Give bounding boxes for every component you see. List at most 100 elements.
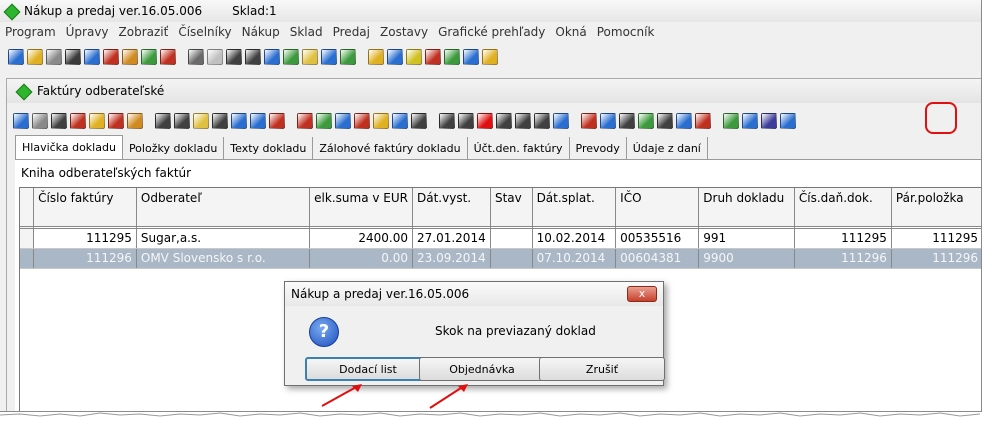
- col-header-dat-splat[interactable]: Dát.splat.: [532, 188, 617, 227]
- main-tool-icon[interactable]: [444, 49, 460, 65]
- main-tool-icon[interactable]: [406, 49, 422, 65]
- cell-dat-splat[interactable]: 07.10.2014: [532, 248, 617, 269]
- invoice-tool-icon[interactable]: [212, 113, 228, 129]
- menu-program[interactable]: Program: [0, 25, 61, 39]
- invoice-tool-icon[interactable]: [89, 113, 105, 129]
- invoice-tool-icon[interactable]: [250, 113, 266, 129]
- cell-odberatel[interactable]: Sugar,a.s.: [136, 228, 311, 249]
- invoice-tool-icon[interactable]: [695, 113, 711, 129]
- invoice-tool-icon[interactable]: [411, 113, 427, 129]
- invoice-tool-icon[interactable]: [581, 113, 597, 129]
- invoice-tool-icon[interactable]: [638, 113, 654, 129]
- main-tool-icon[interactable]: [8, 49, 24, 65]
- main-tool-icon[interactable]: [207, 49, 223, 65]
- invoice-tool-icon[interactable]: [553, 113, 569, 129]
- main-tool-icon[interactable]: [283, 49, 299, 65]
- zrusit-button[interactable]: Zrušiť: [539, 357, 665, 381]
- invoice-tool-icon[interactable]: [297, 113, 313, 129]
- menu-nakup[interactable]: Nákup: [237, 25, 285, 39]
- invoice-tool-icon[interactable]: [174, 113, 190, 129]
- invoice-tool-icon[interactable]: [742, 113, 758, 129]
- col-header-stav[interactable]: Stav: [490, 188, 533, 227]
- main-tool-icon[interactable]: [387, 49, 403, 65]
- invoice-tool-icon[interactable]: [127, 113, 143, 129]
- tab-polozky-dokladu[interactable]: Položky dokladu: [122, 137, 225, 159]
- invoice-tool-icon[interactable]: [70, 113, 86, 129]
- main-tool-icon[interactable]: [302, 49, 318, 65]
- menu-pomocnik[interactable]: Pomocník: [592, 25, 660, 39]
- invoice-tool-icon[interactable]: [458, 113, 474, 129]
- cell-druh-dokladu[interactable]: 991: [698, 228, 795, 249]
- col-header-cis-dan-dok[interactable]: Čís.daň.dok.: [794, 188, 892, 227]
- main-tool-icon[interactable]: [425, 49, 441, 65]
- cell-dat-vyst[interactable]: 23.09.2014: [412, 248, 491, 269]
- cell-stav[interactable]: [490, 228, 533, 249]
- cell-cislo-faktury[interactable]: 111295: [33, 228, 137, 249]
- main-tool-icon[interactable]: [46, 49, 62, 65]
- cell-druh-dokladu[interactable]: 9900: [698, 248, 795, 269]
- tab-zalohove-faktury[interactable]: Zálohové faktúry dokladu: [313, 137, 468, 159]
- invoice-tool-icon[interactable]: [392, 113, 408, 129]
- cell-cislo-faktury[interactable]: 111296: [33, 248, 137, 269]
- invoice-tool-icon[interactable]: [13, 113, 29, 129]
- invoice-tool-icon[interactable]: [269, 113, 285, 129]
- invoice-tool-icon[interactable]: [439, 113, 455, 129]
- menu-sklad[interactable]: Sklad: [285, 25, 328, 39]
- invoice-tool-icon[interactable]: [477, 113, 493, 129]
- cell-ico[interactable]: 00535516: [615, 228, 700, 249]
- dodaci-list-button[interactable]: Dodací list: [305, 357, 431, 381]
- main-tool-icon[interactable]: [84, 49, 100, 65]
- cell-elk-suma[interactable]: 0.00: [309, 248, 413, 269]
- invoice-tool-icon[interactable]: [676, 113, 692, 129]
- table-row-selected[interactable]: 111296 OMV Slovensko s r.o. 0.00 23.09.2…: [20, 248, 981, 269]
- cell-elk-suma[interactable]: 2400.00: [309, 228, 413, 249]
- invoice-tool-icon[interactable]: [657, 113, 673, 129]
- invoice-tool-icon[interactable]: [619, 113, 635, 129]
- invoice-tool-icon[interactable]: [761, 113, 777, 129]
- menu-upravy[interactable]: Úpravy: [61, 25, 114, 39]
- cell-dat-vyst[interactable]: 27.01.2014: [412, 228, 491, 249]
- col-header-dat-vyst[interactable]: Dát.vyst.: [412, 188, 491, 227]
- tab-prevody[interactable]: Prevody: [569, 137, 627, 159]
- cell-ico[interactable]: 00604381: [615, 248, 700, 269]
- col-header-cislo-faktury[interactable]: Číslo faktúry: [33, 188, 137, 227]
- invoice-tool-icon[interactable]: [231, 113, 247, 129]
- main-tool-icon[interactable]: [368, 49, 384, 65]
- cell-cis-dan-dok[interactable]: 111295: [794, 228, 892, 249]
- main-tool-icon[interactable]: [160, 49, 176, 65]
- tab-hlavicka-dokladu[interactable]: Hlavička dokladu: [15, 135, 123, 159]
- cell-cis-dan-dok[interactable]: 111296: [794, 248, 892, 269]
- cell-par-polozka[interactable]: 111296: [891, 248, 981, 269]
- invoice-tool-icon[interactable]: [515, 113, 531, 129]
- cell-odberatel[interactable]: OMV Slovensko s r.o.: [136, 248, 311, 269]
- objednavka-button[interactable]: Objednávka: [419, 357, 545, 381]
- menu-predaj[interactable]: Predaj: [328, 25, 375, 39]
- invoice-tool-icon[interactable]: [335, 113, 351, 129]
- cell-par-polozka[interactable]: 111295: [891, 228, 981, 249]
- row-indicator[interactable]: [20, 248, 35, 269]
- invoice-tool-icon[interactable]: [51, 113, 67, 129]
- invoice-tool-icon[interactable]: [32, 113, 48, 129]
- invoice-tool-icon[interactable]: [108, 113, 124, 129]
- dialog-close-button[interactable]: x: [627, 286, 657, 302]
- table-row[interactable]: 111295 Sugar,a.s. 2400.00 27.01.2014 10.…: [20, 228, 981, 249]
- menu-graficke-prehlady[interactable]: Grafické prehľady: [433, 25, 550, 39]
- invoice-tool-icon[interactable]: [723, 113, 739, 129]
- main-tool-icon[interactable]: [482, 49, 498, 65]
- col-header-odberatel[interactable]: Odberateľ: [136, 188, 311, 227]
- invoice-tool-icon[interactable]: [373, 113, 389, 129]
- main-tool-icon[interactable]: [188, 49, 204, 65]
- col-header-ico[interactable]: IČO: [615, 188, 700, 227]
- invoice-tool-icon[interactable]: [193, 113, 209, 129]
- col-header-elk-suma[interactable]: elk.suma v EUR: [309, 188, 413, 227]
- tab-texty-dokladu[interactable]: Texty dokladu: [224, 137, 314, 159]
- cell-stav[interactable]: [490, 248, 533, 269]
- menu-zobrazit[interactable]: Zobraziť: [114, 25, 174, 39]
- row-indicator[interactable]: [20, 228, 35, 249]
- invoice-tool-icon[interactable]: [316, 113, 332, 129]
- invoice-tool-icon[interactable]: [496, 113, 512, 129]
- invoice-tool-icon[interactable]: [780, 113, 796, 129]
- main-tool-icon[interactable]: [264, 49, 280, 65]
- invoice-tool-icon[interactable]: [600, 113, 616, 129]
- menu-ciselniky[interactable]: Číselníky: [173, 25, 236, 39]
